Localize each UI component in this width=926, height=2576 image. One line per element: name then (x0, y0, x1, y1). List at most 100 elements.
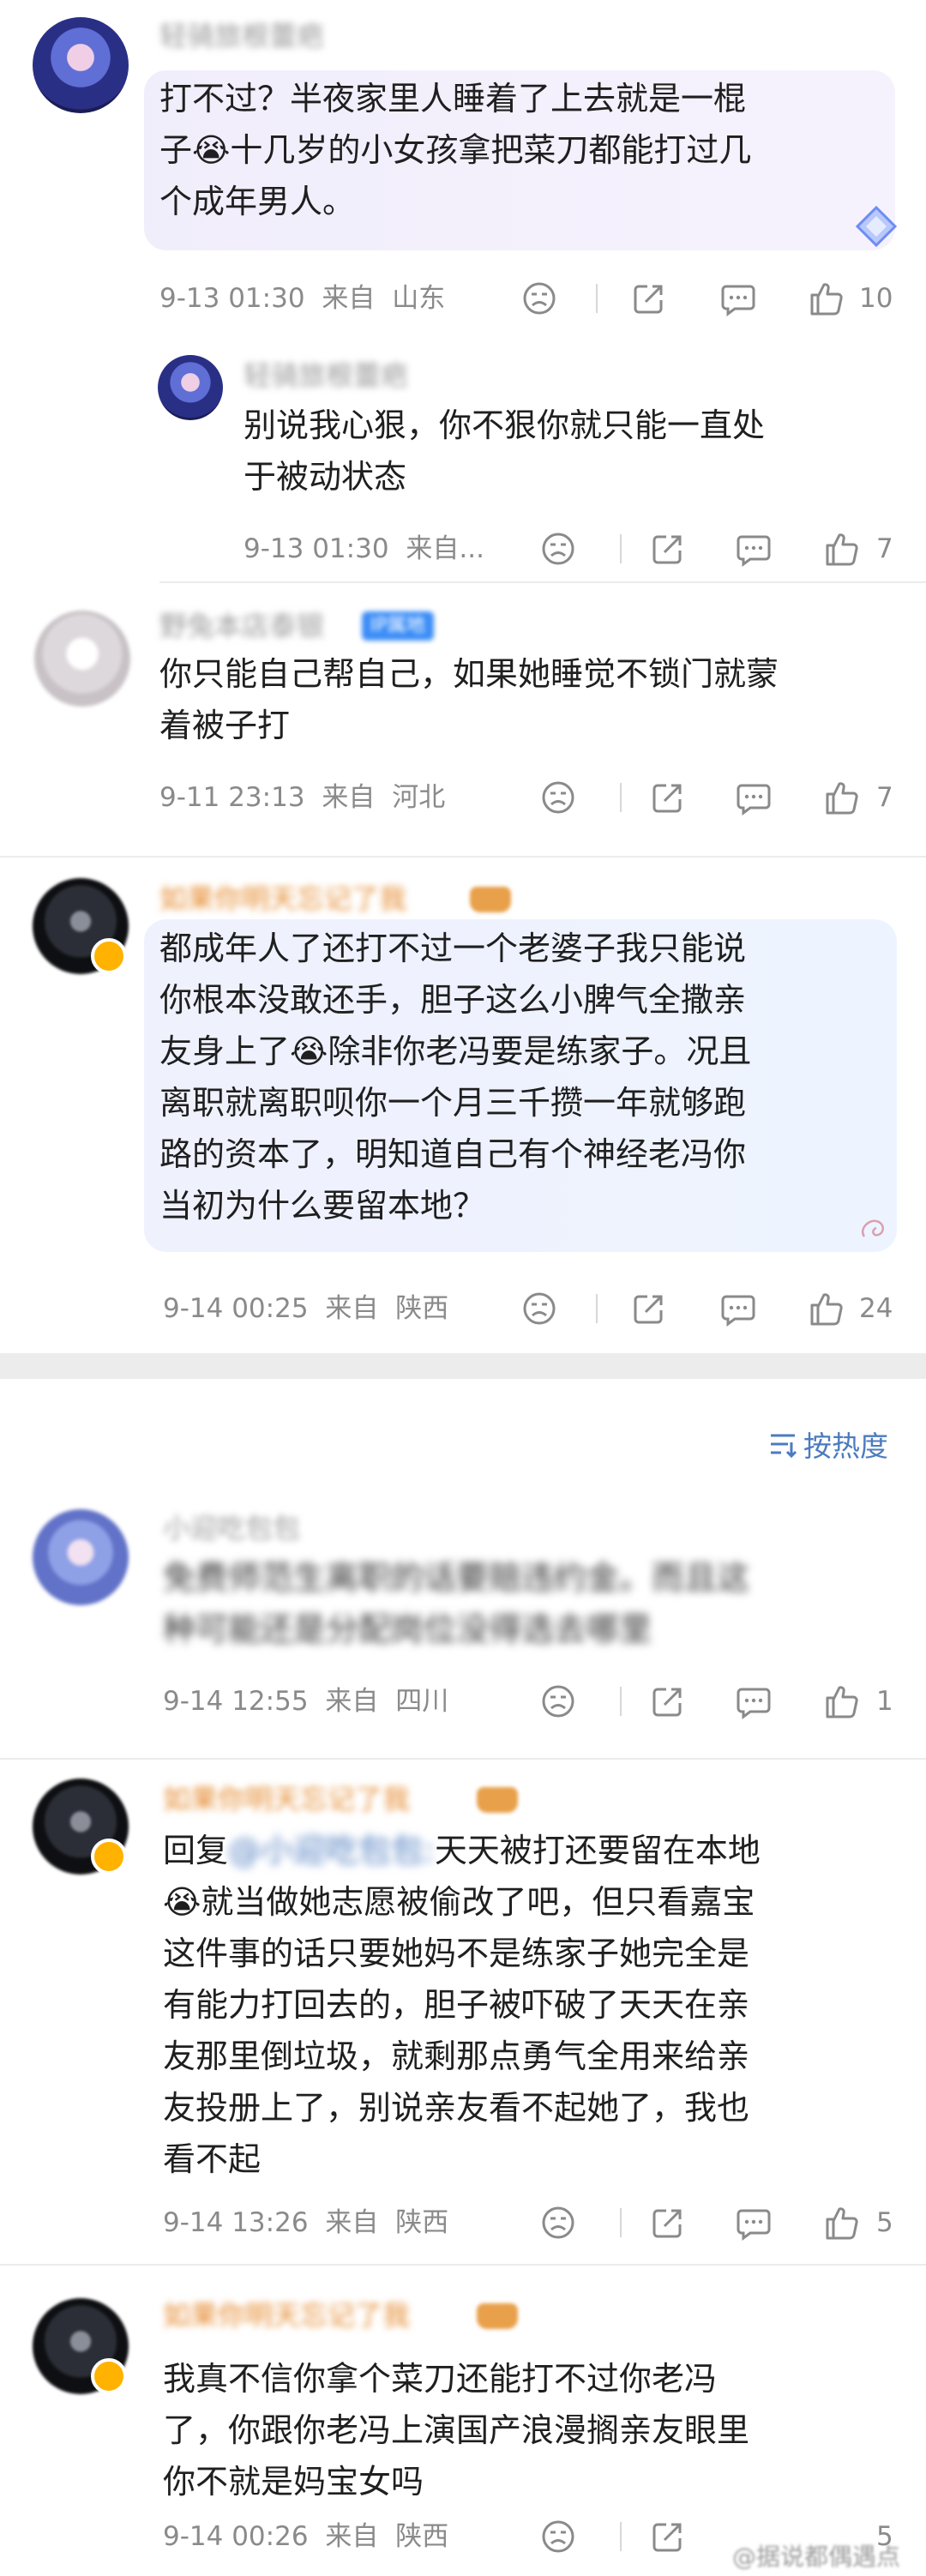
share-icon[interactable] (629, 1290, 669, 1327)
dislike-icon[interactable] (520, 280, 559, 317)
divider (159, 581, 926, 583)
dislike-icon[interactable] (538, 1682, 578, 1720)
like-icon[interactable] (806, 1290, 845, 1327)
comment-date: 9-14 00:25 (163, 1293, 309, 1324)
share-icon[interactable] (629, 280, 669, 317)
user-tag: IP属地 (362, 611, 434, 641)
username[interactable]: 如果你明天忘记了我 (163, 1782, 410, 1816)
divider (596, 284, 598, 313)
comment-icon[interactable] (734, 779, 773, 816)
comment-location: 陕西 (395, 2521, 449, 2552)
comment-meta: 9-14 00:25 来自 陕西 (163, 1290, 457, 1327)
comment-text: 都成年人了还打不过一个老婆子我只能说 你根本没敢还手，胆子这么小脾气全撒亲 友身… (159, 930, 752, 1225)
username[interactable]: 轻骑旅根蕾疤 (159, 19, 324, 53)
comment-2-reply: 轻骑旅根蕾疤 别说我心狠，你不狠你就只能一直处 于被动状态 9-13 01:30… (0, 343, 926, 583)
comment-date: 9-14 00:26 (163, 2521, 309, 2552)
comment-text: 我真不信你拿个菜刀还能打不过你老冯 了，你跟你老冯上演国产浪漫搁亲友眼里 你不就… (163, 2360, 750, 2501)
sort-icon (771, 1434, 797, 1459)
section-divider (0, 1353, 926, 1379)
avatar[interactable] (34, 611, 130, 707)
dislike-icon[interactable] (538, 530, 578, 568)
like-count: 24 (859, 1293, 893, 1324)
like-icon[interactable] (821, 530, 861, 568)
comment-text: 😭就当做她志愿被偷改了吧，但只看嘉宝 这件事的话只要她妈不是练家子她完全是 有能… (163, 1883, 755, 2178)
comment-icon[interactable] (719, 280, 758, 317)
username[interactable]: 小迎吃包包 (163, 1511, 300, 1545)
reply-text-first: 天天被打还要留在本地 (434, 1832, 761, 1869)
username[interactable]: 轻骑旅根蕾疤 (244, 358, 408, 393)
dislike-icon[interactable] (538, 779, 578, 816)
share-icon[interactable] (648, 2518, 688, 2555)
comment-source: 来自 (322, 782, 376, 813)
share-icon[interactable] (648, 2204, 688, 2242)
comment-date: 9-11 23:13 (159, 782, 305, 813)
comment-meta: 9-14 12:55 来自 四川 (163, 1682, 457, 1720)
verified-badge-icon (91, 1839, 127, 1875)
divider (620, 2208, 622, 2237)
comment-icon[interactable] (719, 1290, 758, 1327)
comment-location: 陕西 (395, 2207, 449, 2238)
comment-source: 来自... (406, 533, 484, 564)
divider (620, 534, 622, 563)
comment-4: 如果你明天忘记了我 都成年人了还打不过一个老婆子我只能说 你根本没敢还手，胆子这… (0, 866, 926, 1346)
comment-source: 来自 (325, 1293, 379, 1324)
watermark: @据说都偶遇点 (731, 2543, 900, 2571)
reply-prefix: 回复 (163, 1832, 229, 1869)
comment-icon[interactable] (734, 530, 773, 568)
like-count: 1 (876, 1686, 893, 1717)
divider (0, 2264, 926, 2266)
username[interactable]: 如果你明天忘记了我 (163, 2298, 410, 2332)
comment-icon[interactable] (734, 1682, 773, 1720)
comment-date: 9-14 12:55 (163, 1686, 309, 1717)
like-icon[interactable] (821, 2204, 861, 2242)
avatar[interactable] (33, 1509, 129, 1605)
decoration-icon (856, 1206, 893, 1243)
comment-source: 来自 (325, 1686, 379, 1717)
divider (620, 2522, 622, 2551)
comment-meta: 9-14 13:26 来自 陕西 (163, 2204, 457, 2242)
comment-source: 来自 (322, 283, 376, 314)
diamond-icon (854, 204, 899, 249)
avatar[interactable] (33, 17, 129, 113)
comment-7: 如果你明天忘记了我 我真不信你拿个菜刀还能打不过你老冯 了，你跟你老冯上演国产浪… (0, 2281, 926, 2576)
verified-badge-icon (91, 938, 127, 974)
comment-source: 来自 (325, 2207, 379, 2238)
comment-text: 你只能自己帮自己，如果她睡觉不锁门就蒙 着被子打 (159, 655, 779, 744)
share-icon[interactable] (648, 779, 688, 816)
comment-5: 小迎吃包包 免费师范生离职的话要赔违约金。而且这 种可能还是分配岗位没得选去哪里… (0, 1496, 926, 1753)
comment-1: 轻骑旅根蕾疤 打不过？半夜家里人睡着了上去就是一棍 子😭十几岁的小女孩拿把菜刀都… (0, 0, 926, 343)
username[interactable]: 野兔本店泰银 (159, 609, 324, 643)
like-icon[interactable] (806, 280, 845, 317)
dislike-icon[interactable] (520, 1290, 559, 1327)
comment-date: 9-13 01:30 (244, 533, 389, 564)
comment-icon[interactable] (734, 2204, 773, 2242)
like-count: 7 (876, 533, 893, 564)
like-icon[interactable] (821, 779, 861, 816)
comment-meta: 9-13 01:30 来自... (244, 530, 493, 568)
like-icon[interactable] (821, 1682, 861, 1720)
comment-text: 别说我心狠，你不狠你就只能一直处 于被动状态 (244, 406, 766, 496)
like-count: 5 (876, 2207, 893, 2238)
member-badge-icon (477, 1787, 518, 1813)
comment-6: 如果你明天忘记了我 回复@小迎吃包包:天天被打还要留在本地 😭就当做她志愿被偷改… (0, 1766, 926, 2255)
divider (596, 1294, 598, 1323)
username[interactable]: 如果你明天忘记了我 (159, 882, 406, 916)
reply-target[interactable]: @小迎吃包包: (228, 1832, 435, 1869)
avatar[interactable] (158, 355, 223, 420)
sort-button[interactable]: 按热度 (767, 1423, 888, 1465)
dislike-icon[interactable] (538, 2518, 578, 2555)
share-icon[interactable] (648, 530, 688, 568)
divider (620, 783, 622, 812)
sort-label: 按热度 (803, 1429, 888, 1463)
comment-meta: 9-11 23:13 来自 河北 (159, 779, 454, 816)
comment-location: 山东 (392, 283, 446, 314)
dislike-icon[interactable] (538, 2204, 578, 2242)
share-icon[interactable] (648, 1682, 688, 1720)
reply-first-line: 回复@小迎吃包包:天天被打还要留在本地 (163, 1825, 761, 1876)
comment-location: 陕西 (395, 1293, 449, 1324)
comment-location: 四川 (395, 1686, 449, 1717)
comment-text: 打不过？半夜家里人睡着了上去就是一棍 子😭十几岁的小女孩拿把菜刀都能打过几 个成… (159, 80, 752, 220)
comment-date: 9-14 13:26 (163, 2207, 309, 2238)
like-count: 10 (859, 283, 893, 314)
member-badge-icon (477, 2303, 518, 2329)
